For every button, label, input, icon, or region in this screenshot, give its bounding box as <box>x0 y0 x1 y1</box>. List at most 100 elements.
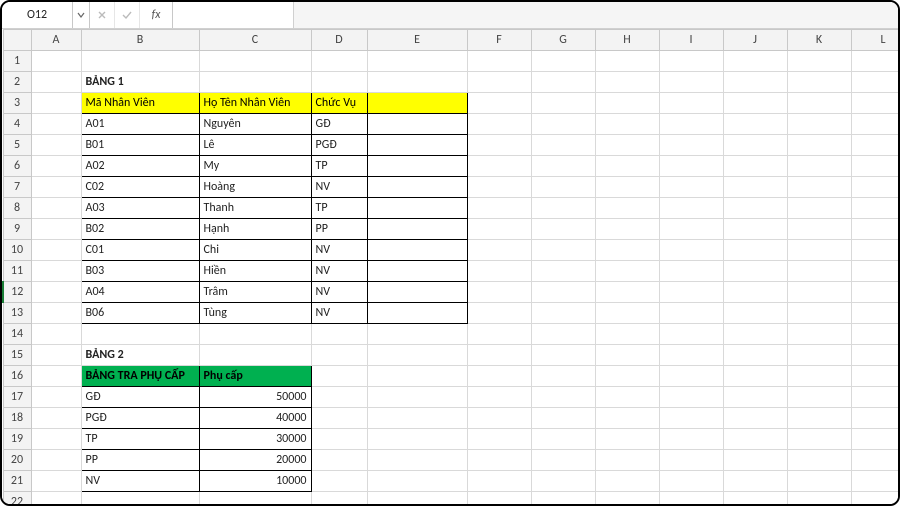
cell[interactable] <box>595 93 659 114</box>
cell[interactable] <box>659 261 723 282</box>
cell[interactable]: Họ Tên Nhân Viên <box>199 93 311 114</box>
cell[interactable]: TP <box>311 198 367 219</box>
cell[interactable] <box>723 219 787 240</box>
cell[interactable]: 20000 <box>199 450 311 471</box>
cell[interactable]: GĐ <box>311 114 367 135</box>
cell[interactable] <box>595 135 659 156</box>
cell[interactable] <box>723 261 787 282</box>
cell[interactable] <box>851 387 898 408</box>
cell[interactable]: TP <box>81 429 199 450</box>
cell[interactable] <box>367 282 467 303</box>
cell[interactable] <box>595 429 659 450</box>
cell[interactable] <box>595 156 659 177</box>
cell[interactable]: PP <box>81 450 199 471</box>
cell[interactable] <box>199 324 311 345</box>
cell[interactable] <box>851 450 898 471</box>
row-header[interactable]: 20 <box>3 450 31 471</box>
cell[interactable] <box>467 219 531 240</box>
cell[interactable] <box>723 240 787 261</box>
cell[interactable] <box>723 72 787 93</box>
cell[interactable] <box>659 366 723 387</box>
cell[interactable] <box>311 408 367 429</box>
row-header[interactable]: 9 <box>3 219 31 240</box>
cell[interactable] <box>659 471 723 492</box>
cell[interactable] <box>595 471 659 492</box>
cell[interactable] <box>367 93 467 114</box>
cell[interactable] <box>723 366 787 387</box>
cell[interactable]: Chi <box>199 240 311 261</box>
col-header[interactable]: K <box>787 30 851 51</box>
cell[interactable]: Chức Vụ <box>311 93 367 114</box>
cell[interactable] <box>595 219 659 240</box>
cell[interactable] <box>595 450 659 471</box>
col-header[interactable]: C <box>199 30 311 51</box>
row-header[interactable]: 1 <box>3 51 31 72</box>
cell[interactable] <box>595 177 659 198</box>
cell[interactable] <box>787 303 851 324</box>
cell[interactable] <box>531 240 595 261</box>
cell[interactable] <box>531 261 595 282</box>
cell[interactable]: My <box>199 156 311 177</box>
formula-input[interactable] <box>173 2 294 28</box>
cell[interactable] <box>467 492 531 505</box>
cell[interactable] <box>531 114 595 135</box>
row-header[interactable]: 13 <box>3 303 31 324</box>
cell[interactable] <box>787 450 851 471</box>
row-header[interactable]: 22 <box>3 492 31 505</box>
cell[interactable] <box>31 177 81 198</box>
row-header[interactable]: 4 <box>3 114 31 135</box>
cell[interactable]: A01 <box>81 114 199 135</box>
cell[interactable] <box>659 135 723 156</box>
cell[interactable] <box>531 72 595 93</box>
cell[interactable] <box>467 282 531 303</box>
cell[interactable] <box>31 240 81 261</box>
cell[interactable]: NV <box>311 240 367 261</box>
cell[interactable] <box>31 450 81 471</box>
cell[interactable] <box>531 219 595 240</box>
cell[interactable] <box>595 345 659 366</box>
cell[interactable] <box>595 408 659 429</box>
cell[interactable] <box>787 198 851 219</box>
cell[interactable] <box>311 492 367 505</box>
cell[interactable] <box>311 51 367 72</box>
cell[interactable] <box>467 261 531 282</box>
cell[interactable] <box>31 135 81 156</box>
cell[interactable] <box>467 345 531 366</box>
col-header[interactable]: A <box>31 30 81 51</box>
cell[interactable] <box>81 324 199 345</box>
cell[interactable]: C01 <box>81 240 199 261</box>
cell[interactable] <box>367 471 467 492</box>
cell[interactable] <box>723 114 787 135</box>
cell[interactable] <box>31 366 81 387</box>
cell[interactable] <box>531 51 595 72</box>
row-header[interactable]: 12 <box>3 282 31 303</box>
cell[interactable] <box>531 471 595 492</box>
cell[interactable] <box>787 156 851 177</box>
cell[interactable] <box>787 51 851 72</box>
cell[interactable] <box>31 282 81 303</box>
cell[interactable] <box>595 303 659 324</box>
cell[interactable] <box>723 408 787 429</box>
cell[interactable] <box>851 135 898 156</box>
cell[interactable] <box>659 303 723 324</box>
cell[interactable] <box>659 219 723 240</box>
cell[interactable] <box>311 366 367 387</box>
cell[interactable] <box>311 450 367 471</box>
cell[interactable]: BẢNG TRA PHỤ CẤP <box>81 366 199 387</box>
cell[interactable] <box>659 93 723 114</box>
cell[interactable]: Lê <box>199 135 311 156</box>
cell[interactable] <box>311 471 367 492</box>
cell[interactable] <box>851 366 898 387</box>
cell[interactable]: 30000 <box>199 429 311 450</box>
cell[interactable] <box>31 51 81 72</box>
cell[interactable] <box>723 429 787 450</box>
cell[interactable]: B01 <box>81 135 199 156</box>
cell[interactable] <box>723 177 787 198</box>
cell[interactable] <box>659 387 723 408</box>
cell[interactable] <box>31 324 81 345</box>
cell[interactable] <box>659 324 723 345</box>
cell[interactable] <box>851 492 898 505</box>
cell[interactable] <box>467 303 531 324</box>
name-box[interactable]: O12 <box>2 2 73 28</box>
col-header[interactable]: J <box>723 30 787 51</box>
